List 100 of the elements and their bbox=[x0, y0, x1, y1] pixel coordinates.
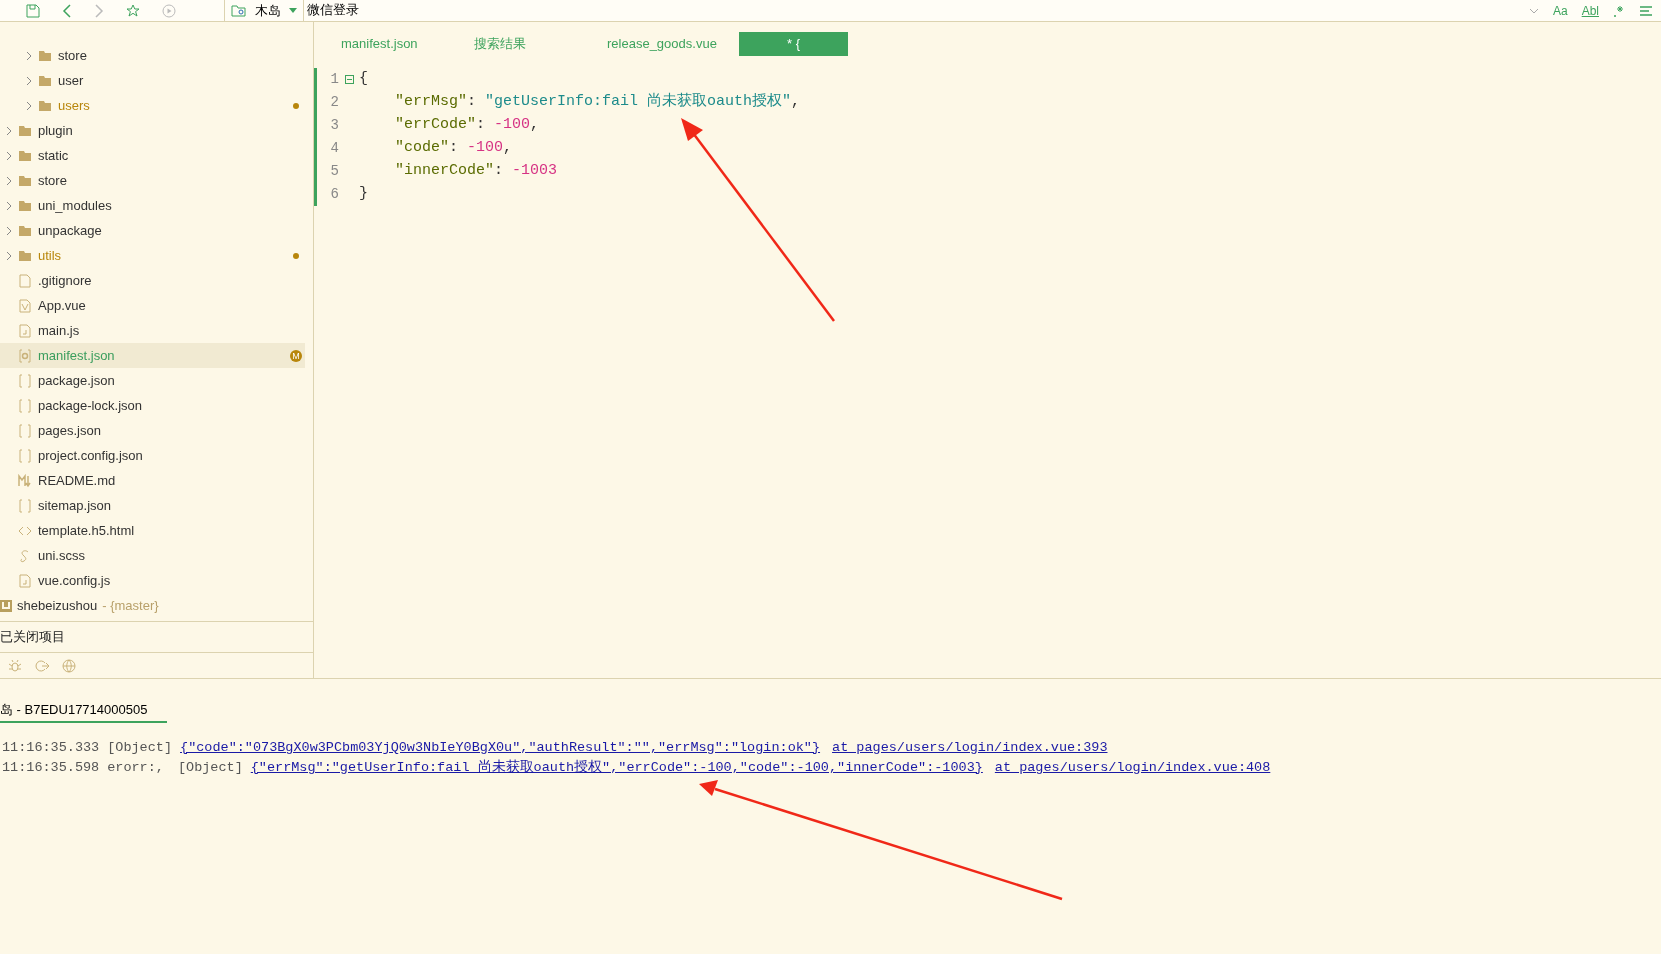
file-name: pages.json bbox=[38, 421, 101, 440]
folder-icon bbox=[18, 248, 32, 263]
code-line: "errCode": -100, bbox=[394, 115, 540, 136]
folder-icon bbox=[18, 198, 32, 213]
log-object-link[interactable]: {"errMsg":"getUserInfo:fail 尚未获取oauth授权","errCode":-100,"code":-100,"innerCode":-1003} bbox=[250, 757, 983, 779]
tree-item[interactable]: store bbox=[0, 43, 305, 68]
forward-icon[interactable] bbox=[94, 3, 104, 18]
chevron-right-icon[interactable] bbox=[5, 125, 13, 136]
chevron-right-icon[interactable] bbox=[25, 50, 33, 61]
tree-item[interactable]: project.config.json bbox=[0, 443, 305, 468]
file-name: main.js bbox=[38, 321, 80, 340]
markdown-icon bbox=[18, 473, 32, 488]
source-location-link[interactable]: at pages/users/login/index.vue:393 bbox=[832, 737, 1108, 759]
file-name: store bbox=[58, 46, 87, 65]
star-icon[interactable] bbox=[126, 3, 140, 18]
tree-item[interactable]: static bbox=[0, 143, 305, 168]
chevron-right-icon[interactable] bbox=[5, 225, 13, 236]
file-name: utils bbox=[38, 246, 62, 265]
js-file-icon bbox=[18, 573, 32, 588]
log-time: 11:16:35.598 bbox=[2, 758, 100, 777]
log-message: erorr:, bbox=[107, 758, 164, 777]
project-selector[interactable]: 木岛 bbox=[255, 0, 281, 21]
tree-item[interactable]: App.vue bbox=[0, 293, 305, 318]
line-number: 5 bbox=[329, 162, 339, 181]
menu-icon[interactable] bbox=[1639, 4, 1653, 17]
chevron-down-icon[interactable] bbox=[1528, 7, 1539, 14]
tree-item[interactable]: user bbox=[0, 68, 305, 93]
tree-item[interactable]: main.js bbox=[0, 318, 305, 343]
tree-item[interactable]: template.h5.html bbox=[0, 518, 305, 543]
file-name: README.md bbox=[38, 471, 116, 490]
sparkle-icon[interactable] bbox=[1613, 4, 1625, 17]
file-icon bbox=[18, 273, 32, 288]
chevron-right-icon[interactable] bbox=[5, 175, 13, 186]
file-name: unpackage bbox=[38, 221, 102, 240]
log-object-link[interactable]: {"code":"073BgX0w3PCbm03YjQ0w3NbIeY0BgX0u","authResult":"","errMsg":"login:ok"} bbox=[180, 737, 821, 759]
vue-file-icon bbox=[18, 298, 32, 313]
tree-item[interactable]: package.json bbox=[0, 368, 305, 393]
chevron-right-icon[interactable] bbox=[5, 150, 13, 161]
code-line: "innerCode": -1003 bbox=[394, 161, 558, 182]
fold-icon[interactable] bbox=[344, 75, 354, 84]
file-name: uni.scss bbox=[38, 546, 85, 565]
chevron-right-icon[interactable] bbox=[5, 200, 13, 211]
chevron-right-icon[interactable] bbox=[25, 100, 33, 111]
folder-icon bbox=[18, 173, 32, 188]
source-location-link[interactable]: at pages/users/login/index.vue:408 bbox=[994, 757, 1271, 779]
folder-icon bbox=[18, 223, 32, 238]
tree-item[interactable]: plugin bbox=[0, 118, 305, 143]
bug-icon[interactable] bbox=[8, 658, 22, 673]
folder-icon bbox=[18, 123, 32, 138]
tree-item[interactable]: sitemap.json bbox=[0, 493, 305, 518]
file-name: .gitignore bbox=[38, 271, 92, 290]
page-selector[interactable]: 微信登录 bbox=[303, 0, 359, 21]
folder-icon bbox=[38, 98, 52, 113]
code-line: { bbox=[359, 69, 368, 90]
tree-item[interactable]: package-lock.json bbox=[0, 393, 305, 418]
line-number: 2 bbox=[329, 93, 339, 112]
file-name: manifest.json bbox=[38, 346, 115, 365]
line-number: 4 bbox=[329, 139, 339, 158]
file-name: store bbox=[38, 171, 67, 190]
folder-icon bbox=[18, 148, 32, 163]
file-name: App.vue bbox=[38, 296, 86, 315]
closed-projects-header[interactable]: 已关闭项目 bbox=[0, 627, 65, 647]
run-icon[interactable] bbox=[162, 3, 176, 18]
folder-icon bbox=[38, 73, 52, 88]
console-tab[interactable]: 岛 - B7EDU17714000505 bbox=[0, 700, 168, 723]
tree-item[interactable]: uni.scss bbox=[0, 543, 305, 568]
file-name: package-lock.json bbox=[38, 396, 143, 415]
tree-item[interactable]: store bbox=[0, 168, 305, 193]
project-name[interactable]: shebeizushou bbox=[17, 595, 98, 616]
gear-file-icon bbox=[18, 348, 32, 363]
file-name: user bbox=[58, 71, 84, 90]
refresh-icon[interactable] bbox=[34, 658, 50, 673]
js-file-icon bbox=[18, 323, 32, 338]
chevron-right-icon[interactable] bbox=[5, 250, 13, 261]
folder-search-icon bbox=[231, 3, 247, 18]
folder-icon bbox=[38, 48, 52, 63]
tree-item[interactable]: vue.config.js bbox=[0, 568, 305, 593]
file-name: project.config.json bbox=[38, 446, 143, 465]
tree-item[interactable]: .gitignore bbox=[0, 268, 305, 293]
chevron-right-icon[interactable] bbox=[25, 75, 33, 86]
tree-item[interactable]: unpackage bbox=[0, 218, 305, 243]
code-line: "code": -100, bbox=[394, 138, 513, 159]
tree-item[interactable]: uni_modules bbox=[0, 193, 305, 218]
tree-item[interactable]: pages.json bbox=[0, 418, 305, 443]
globe-icon[interactable] bbox=[62, 658, 78, 673]
file-name: vue.config.js bbox=[38, 571, 111, 590]
brackets-icon bbox=[18, 373, 32, 388]
file-name: sitemap.json bbox=[38, 496, 111, 515]
back-icon[interactable] bbox=[62, 3, 72, 18]
brackets-icon bbox=[18, 448, 32, 463]
modified-badge: M bbox=[290, 349, 302, 362]
dropdown-caret-icon[interactable] bbox=[289, 7, 297, 14]
line-number: 1 bbox=[329, 70, 339, 89]
code-line: "errMsg": "getUserInfo:fail 尚未获取oauth授权", bbox=[394, 91, 801, 113]
tree-item[interactable]: README.md bbox=[0, 468, 305, 493]
line-number: 3 bbox=[329, 116, 339, 135]
file-name: static bbox=[38, 146, 69, 165]
log-time: 11:16:35.333 bbox=[2, 738, 100, 757]
log-type: [Object] bbox=[177, 758, 243, 777]
save-icon[interactable] bbox=[26, 3, 40, 18]
